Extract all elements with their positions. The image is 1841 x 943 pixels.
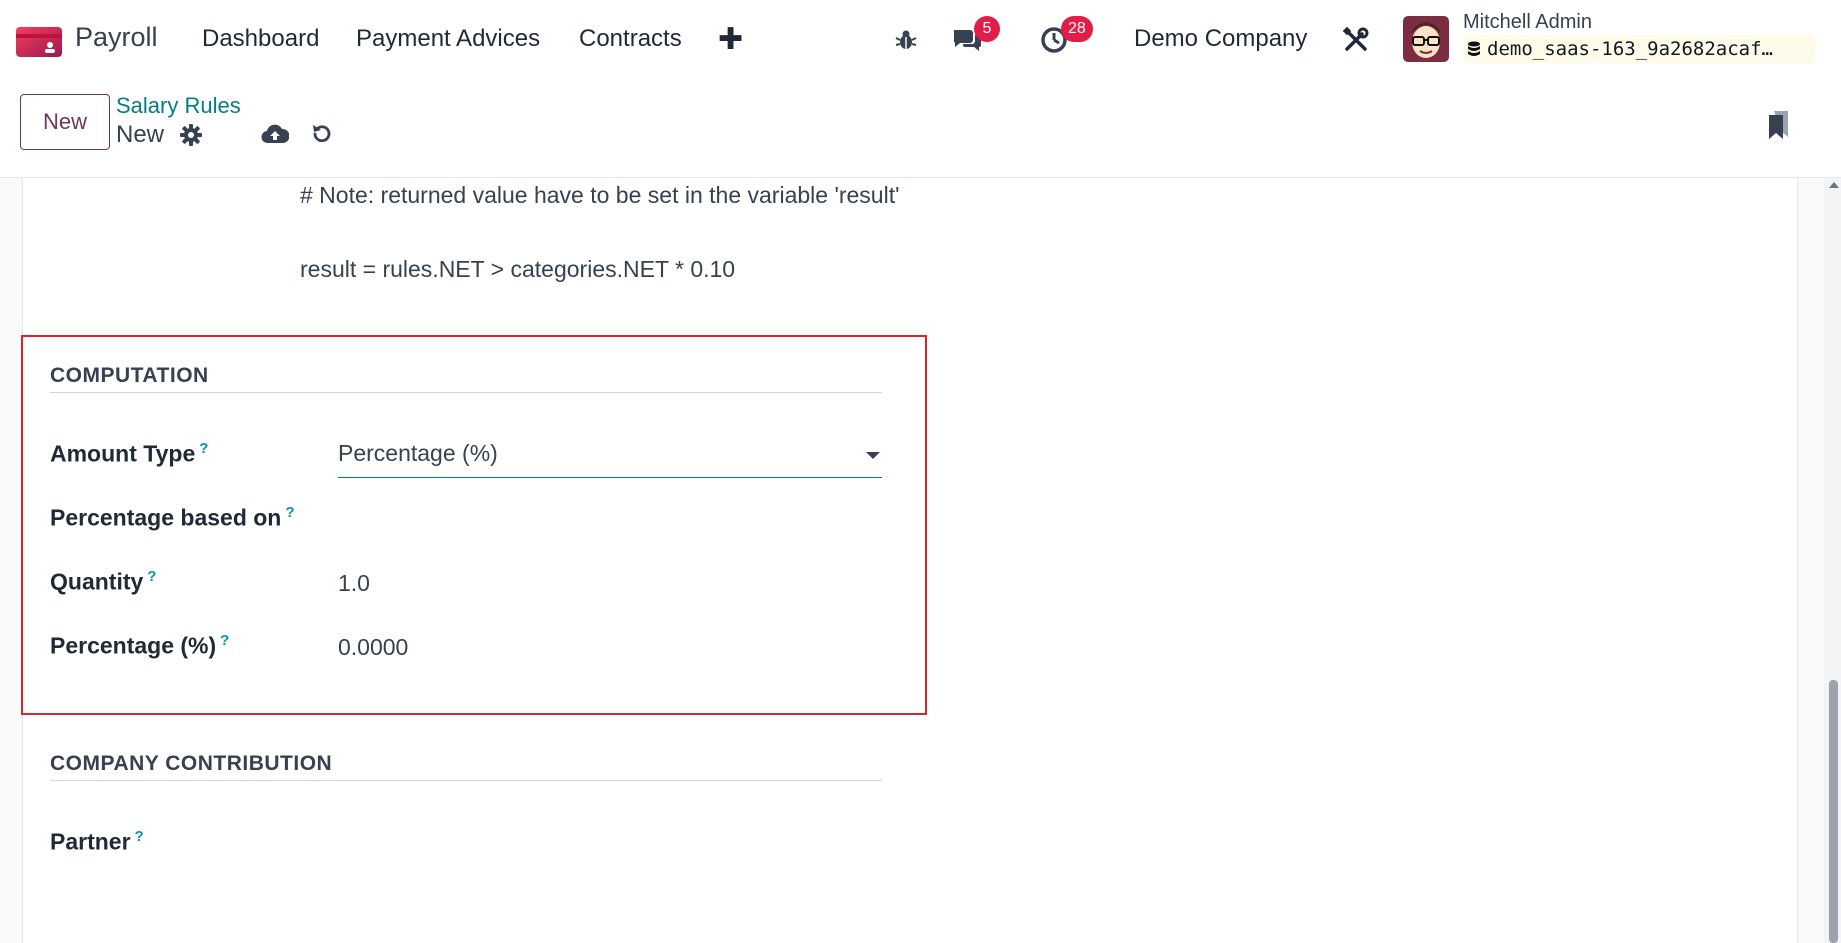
new-button[interactable]: New xyxy=(20,94,110,150)
partner-label: Partner? xyxy=(50,828,144,856)
amount-type-help-icon[interactable]: ? xyxy=(199,440,208,457)
database-icon xyxy=(1468,41,1480,56)
computation-divider xyxy=(50,392,882,393)
user-name[interactable]: Mitchell Admin xyxy=(1463,11,1592,34)
partner-help-icon[interactable]: ? xyxy=(135,828,144,845)
chevron-down-icon[interactable] xyxy=(866,452,880,459)
percentage-label: Percentage (%)? xyxy=(50,632,229,660)
quantity-help-icon[interactable]: ? xyxy=(147,568,156,585)
top-navbar: Payroll Dashboard Payment Advices Contra… xyxy=(0,0,1841,80)
bookmark-icon[interactable] xyxy=(1764,108,1794,142)
code-note-line[interactable]: # Note: returned value have to be set in… xyxy=(300,182,899,209)
percentage-based-on-label: Percentage based on? xyxy=(50,504,295,532)
amount-type-label-text: Amount Type xyxy=(50,440,196,467)
amount-type-value: Percentage (%) xyxy=(338,440,498,466)
amount-type-select[interactable]: Percentage (%) xyxy=(338,440,882,478)
cloud-upload-icon[interactable] xyxy=(260,120,290,148)
partner-label-text: Partner xyxy=(50,828,131,855)
percentage-label-text: Percentage (%) xyxy=(50,632,217,659)
menu-payment-advices[interactable]: Payment Advices xyxy=(356,25,540,53)
app-name[interactable]: Payroll xyxy=(75,22,158,53)
company-contribution-section-title: COMPANY CONTRIBUTION xyxy=(50,752,333,775)
messages-count-badge: 5 xyxy=(974,16,1000,42)
breadcrumb-salary-rules[interactable]: Salary Rules xyxy=(116,93,241,119)
company-switcher[interactable]: Demo Company xyxy=(1134,25,1307,53)
control-panel: New Salary Rules New xyxy=(0,80,1841,178)
menu-contracts[interactable]: Contracts xyxy=(579,25,682,53)
wrench-screwdriver-icon[interactable] xyxy=(1340,24,1372,56)
quantity-field[interactable]: 1.0 xyxy=(338,570,370,597)
activities-count-badge: 28 xyxy=(1061,16,1093,42)
percentage-based-on-label-text: Percentage based on xyxy=(50,504,282,531)
computation-section-title: COMPUTATION xyxy=(50,364,209,387)
menu-dashboard[interactable]: Dashboard xyxy=(202,25,319,53)
database-tag: demo_saas-163_9a2682acaf… xyxy=(1463,35,1815,63)
percentage-based-on-help-icon[interactable]: ? xyxy=(285,504,294,521)
amount-type-label: Amount Type? xyxy=(50,440,208,468)
percentage-help-icon[interactable]: ? xyxy=(220,632,229,649)
scroll-up-arrow-icon[interactable] xyxy=(1829,182,1839,188)
gear-icon[interactable] xyxy=(178,122,204,148)
database-name: demo_saas-163_9a2682acaf… xyxy=(1487,38,1773,60)
plus-icon[interactable]: ✚ xyxy=(718,22,743,57)
bug-icon[interactable] xyxy=(890,24,922,56)
payroll-app-icon[interactable] xyxy=(16,27,62,57)
percentage-field[interactable]: 0.0000 xyxy=(338,634,408,661)
undo-icon[interactable] xyxy=(308,120,336,148)
user-avatar[interactable] xyxy=(1403,16,1449,62)
quantity-label: Quantity? xyxy=(50,568,156,596)
quantity-label-text: Quantity xyxy=(50,568,144,595)
company-contribution-divider xyxy=(50,780,882,781)
breadcrumb-current: New xyxy=(116,121,165,148)
code-result-line[interactable]: result = rules.NET > categories.NET * 0.… xyxy=(300,256,735,283)
scrollbar-thumb[interactable] xyxy=(1829,680,1838,943)
